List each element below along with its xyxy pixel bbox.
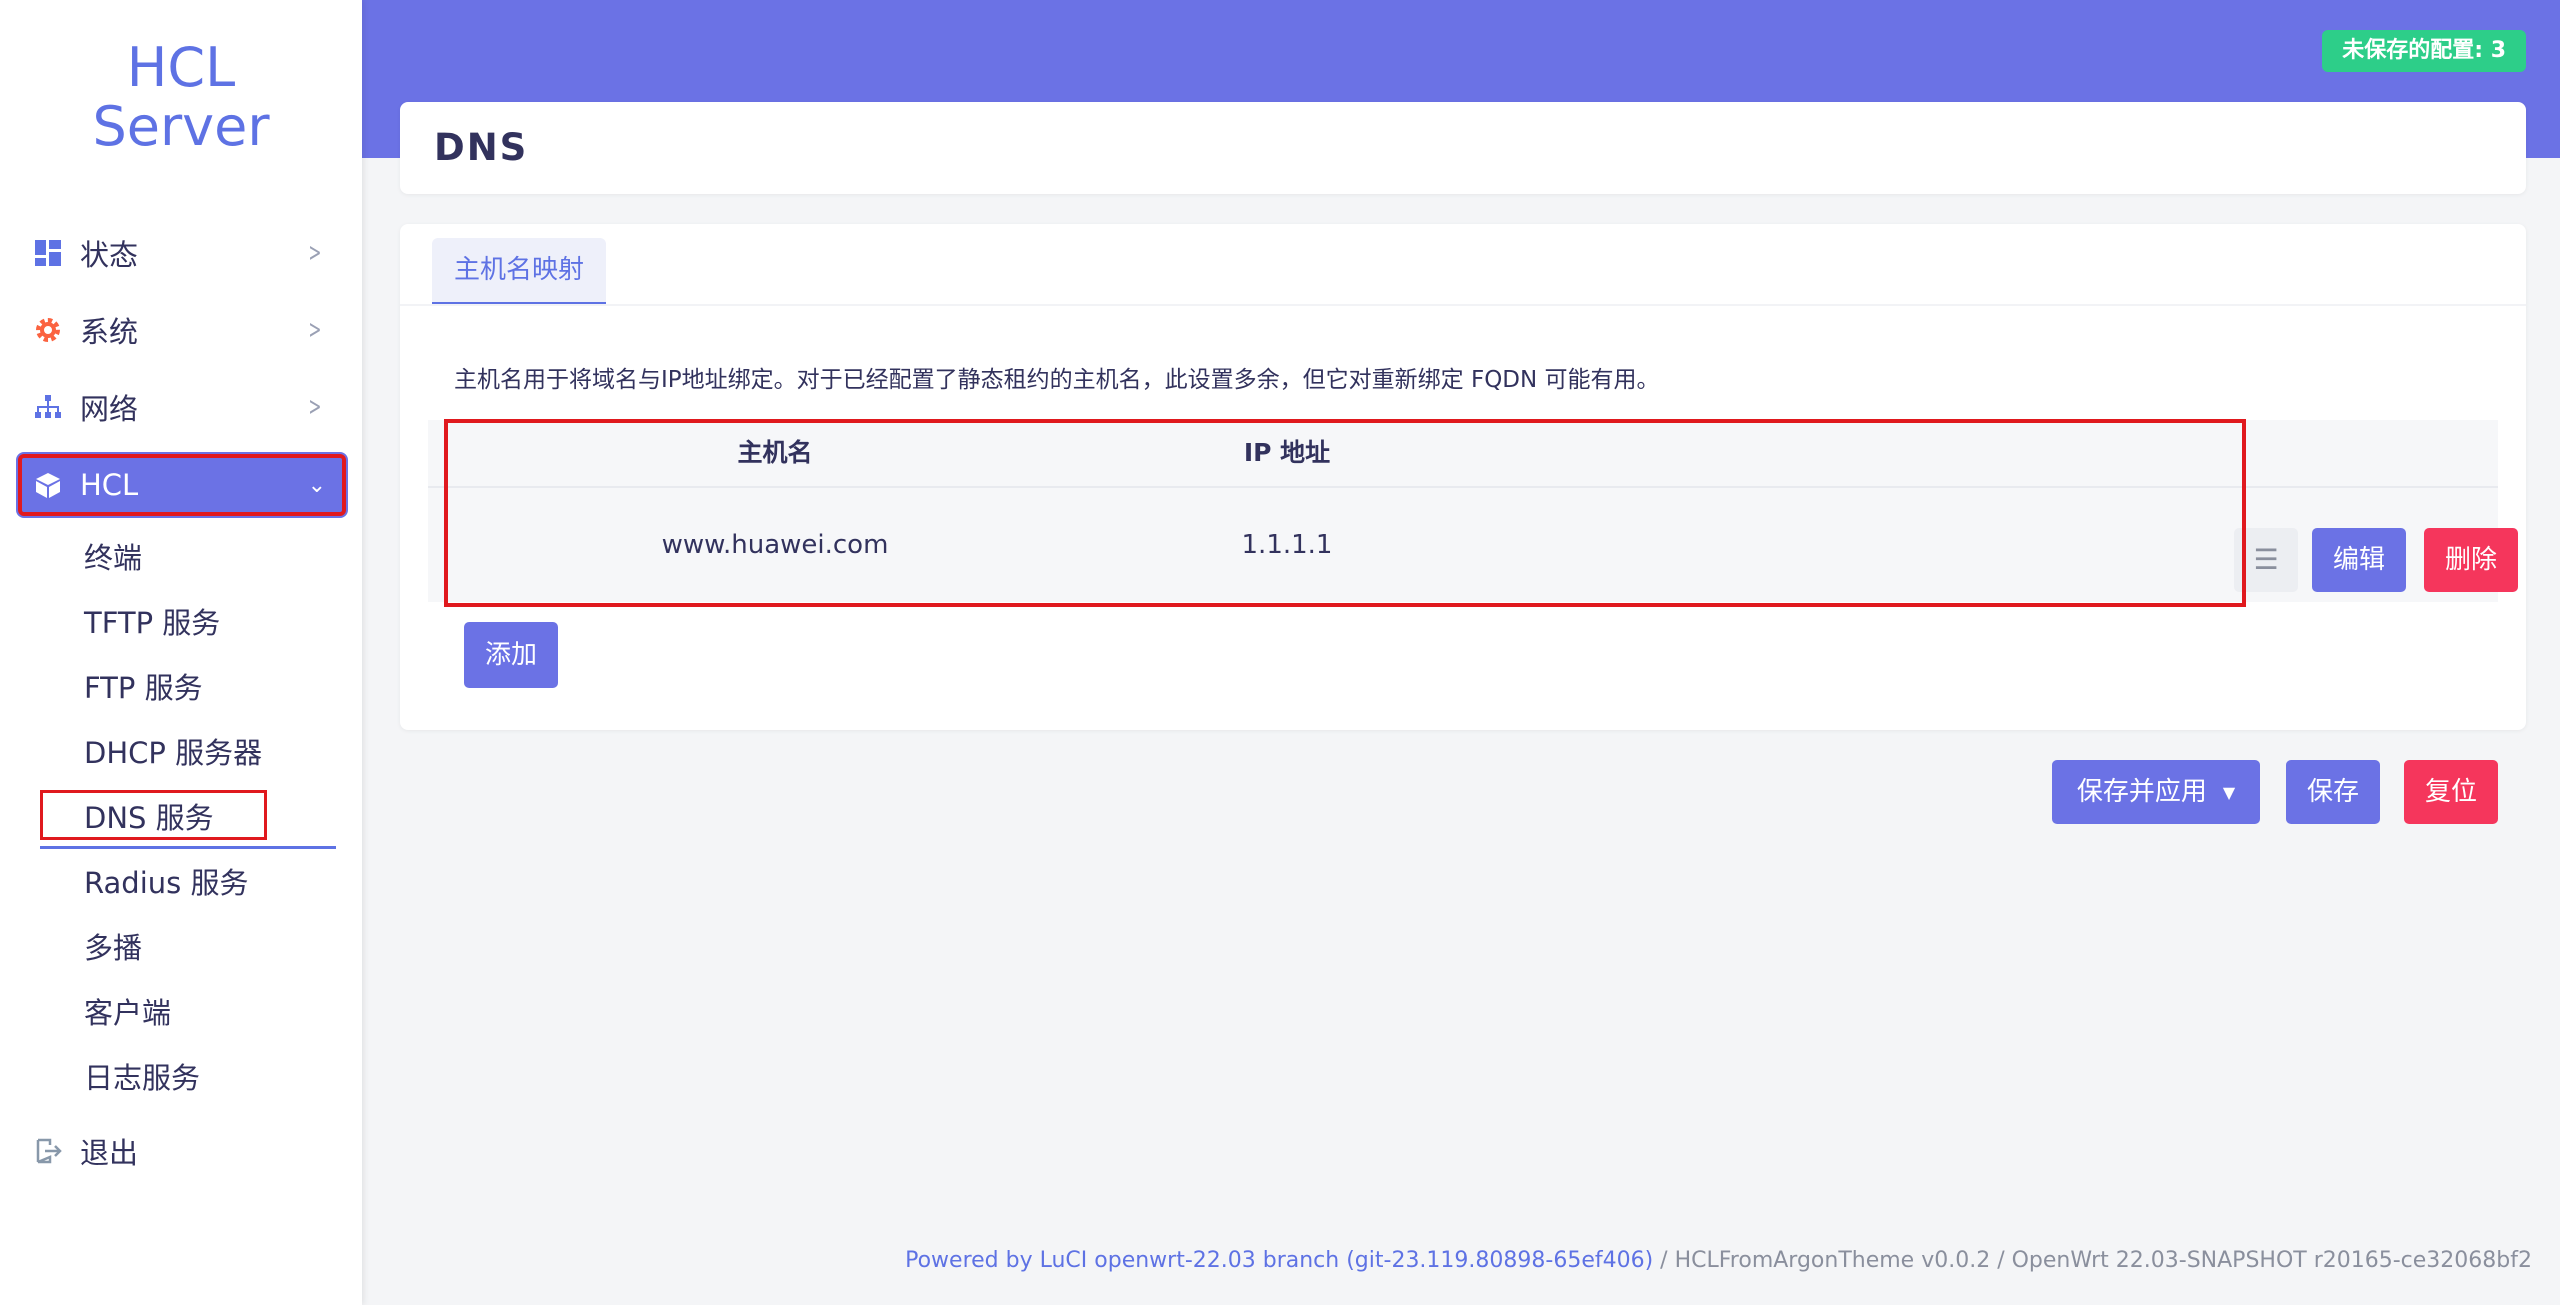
- sidebar-subitem-dns[interactable]: DNS 服务: [40, 790, 267, 840]
- footer-version: / HCLFromArgonTheme v0.0.2 / OpenWrt 22.…: [1653, 1248, 2532, 1273]
- sidebar-subitem-tftp[interactable]: TFTP 服务: [84, 601, 220, 645]
- brand-line1: HCL: [126, 36, 236, 99]
- sidebar-item-label: 系统: [80, 315, 139, 349]
- table-row: www.huawei.com 1.1.1.1 ☰ 编辑 删除: [428, 488, 2518, 602]
- sidebar-item-hcl[interactable]: HCL ⌄: [16, 452, 348, 518]
- table-header: 主机名 IP 地址: [428, 420, 2498, 488]
- sidebar: HCL Server 状态 > 系统 > 网络 > HCL ⌄ 终端 TFTP …: [0, 0, 362, 1305]
- footer-luci-link[interactable]: Powered by LuCI openwrt-22.03 branch (gi…: [905, 1248, 1653, 1273]
- save-apply-label: 保存并应用: [2076, 777, 2207, 807]
- delete-button[interactable]: 删除: [2424, 528, 2518, 592]
- logout-icon: [34, 1137, 62, 1165]
- brand-line2: Server: [92, 95, 270, 158]
- page-title: DNS: [434, 126, 529, 169]
- sidebar-item-network[interactable]: 网络 >: [16, 374, 348, 440]
- sidebar-item-label: 退出: [80, 1136, 139, 1170]
- add-button[interactable]: 添加: [464, 622, 558, 688]
- chevron-right-icon: >: [308, 238, 322, 268]
- gear-icon: [34, 316, 62, 344]
- chevron-right-icon: >: [308, 392, 322, 422]
- footer: Powered by LuCI openwrt-22.03 branch (gi…: [905, 1248, 2532, 1273]
- sidebar-subitem-dhcp[interactable]: DHCP 服务器: [84, 731, 262, 775]
- hosts-table: 主机名 IP 地址 www.huawei.com 1.1.1.1 ☰ 编辑 删除: [428, 420, 2518, 602]
- sidebar-subitem-multicast[interactable]: 多播: [84, 926, 142, 970]
- chevron-right-icon: >: [308, 315, 322, 345]
- brand-logo[interactable]: HCL Server: [0, 38, 362, 156]
- sidebar-subitem-client[interactable]: 客户端: [84, 991, 171, 1035]
- edit-button[interactable]: 编辑: [2312, 528, 2406, 592]
- active-underline: [40, 846, 336, 849]
- drag-handle[interactable]: ☰: [2234, 528, 2298, 592]
- reset-button[interactable]: 复位: [2404, 760, 2498, 824]
- tab-divider: [400, 304, 2526, 306]
- chevron-down-icon: ⌄: [307, 472, 326, 498]
- cell-hostname: www.huawei.com: [661, 530, 889, 560]
- sidebar-subitem-ftp[interactable]: FTP 服务: [84, 666, 203, 710]
- sidebar-item-status[interactable]: 状态 >: [16, 220, 348, 286]
- sidebar-subitem-log[interactable]: 日志服务: [84, 1056, 200, 1100]
- cell-ip: 1.1.1.1: [1241, 530, 1333, 560]
- save-apply-button[interactable]: 保存并应用 ▼: [2052, 760, 2260, 824]
- sidebar-subitem-radius[interactable]: Radius 服务: [84, 861, 248, 905]
- tab-hostname-mapping[interactable]: 主机名映射: [432, 238, 607, 306]
- dashboard-icon: [34, 239, 62, 267]
- content-card: 主机名映射 主机名用于将域名与IP地址绑定。对于已经配置了静态租约的主机名，此设…: [400, 224, 2526, 730]
- unsaved-changes-badge[interactable]: 未保存的配置: 3: [2322, 30, 2526, 72]
- sidebar-item-label: 网络: [80, 392, 139, 426]
- sidebar-item-logout[interactable]: 退出: [16, 1118, 348, 1184]
- sidebar-subitem-terminal[interactable]: 终端: [84, 536, 142, 580]
- sidebar-item-system[interactable]: 系统 >: [16, 297, 348, 363]
- sidebar-item-label: HCL: [80, 468, 139, 502]
- network-icon: [34, 393, 62, 421]
- page-title-card: DNS: [400, 102, 2526, 194]
- column-header-ip: IP 地址: [1243, 438, 1331, 467]
- sidebar-item-label: 状态: [80, 238, 139, 272]
- column-header-hostname: 主机名: [737, 438, 813, 467]
- section-description: 主机名用于将域名与IP地址绑定。对于已经配置了静态租约的主机名，此设置多余，但它…: [454, 367, 1660, 393]
- save-button[interactable]: 保存: [2286, 760, 2380, 824]
- cube-icon: [34, 471, 62, 499]
- caret-down-icon: ▼: [2222, 782, 2236, 802]
